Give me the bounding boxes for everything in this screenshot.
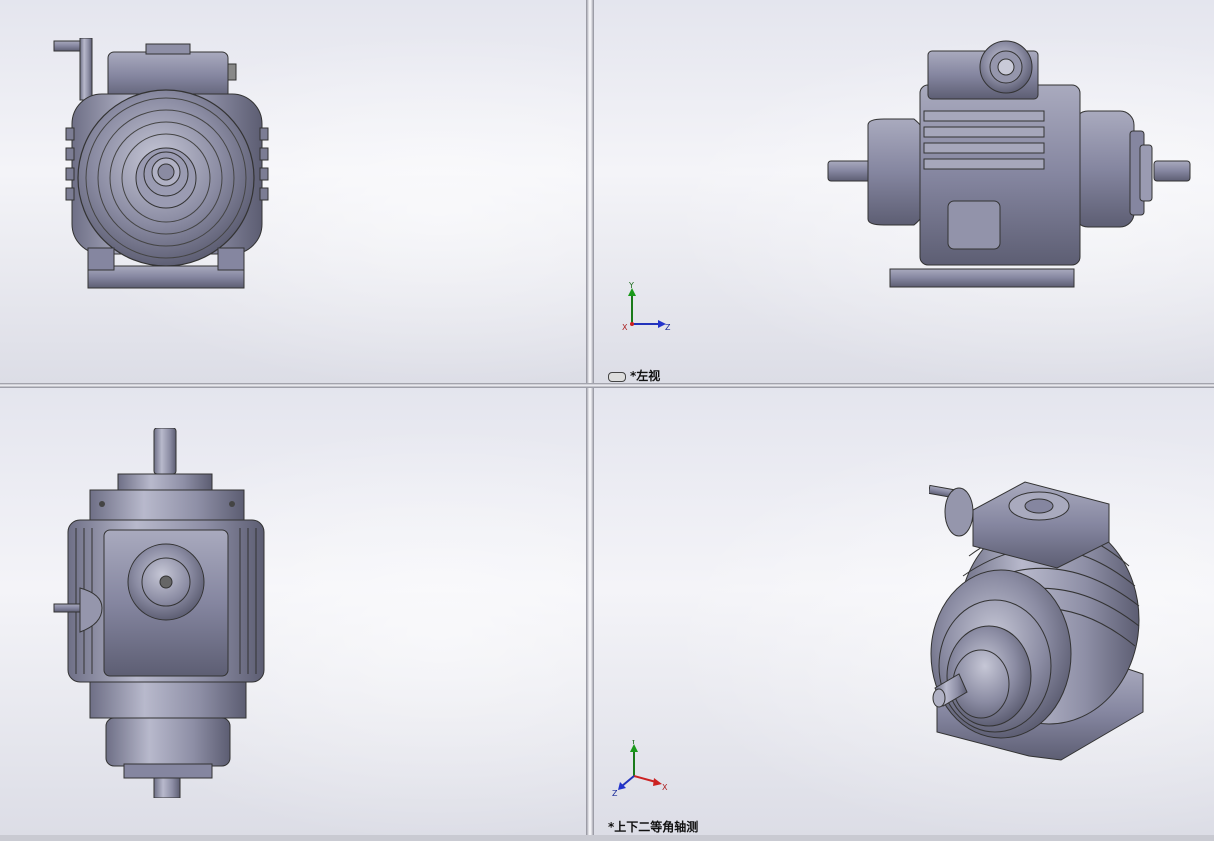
link-view-icon[interactable] xyxy=(608,371,626,382)
axis-triad-isometric: Y X Z xyxy=(612,740,668,798)
motor-front-view[interactable] xyxy=(50,38,280,293)
viewport-top-view[interactable] xyxy=(0,388,586,835)
view-label-isometric-text: *上下二等角轴测 xyxy=(608,820,699,834)
viewport-splitter-vertical[interactable] xyxy=(586,0,594,841)
iso-axis-label-z: Z xyxy=(612,789,618,798)
axis-label-y: Y xyxy=(628,282,634,290)
view-label-isometric: *上下二等角轴测 xyxy=(608,818,698,835)
iso-axis-label-y: Y xyxy=(630,740,636,746)
motor-isometric-view[interactable] xyxy=(929,476,1154,766)
view-label-left: *左视 xyxy=(608,367,660,383)
viewport-front[interactable] xyxy=(0,0,586,383)
viewport-isometric[interactable]: Y X Z *上下二等角轴测 xyxy=(594,388,1214,835)
axis-label-x: X xyxy=(622,323,628,332)
view-label-left-text: *左视 xyxy=(630,369,661,383)
motor-top-view[interactable] xyxy=(50,428,270,798)
iso-axis-label-x: X xyxy=(662,783,668,792)
viewport-splitter-horizontal[interactable] xyxy=(0,383,1214,388)
motor-left-view[interactable] xyxy=(824,35,1194,293)
viewport-left-view[interactable]: Y Z X *左视 xyxy=(594,0,1214,383)
axis-triad: Y Z X xyxy=(622,282,671,332)
axis-label-z: Z xyxy=(665,323,671,332)
bottom-strip xyxy=(0,835,1214,841)
